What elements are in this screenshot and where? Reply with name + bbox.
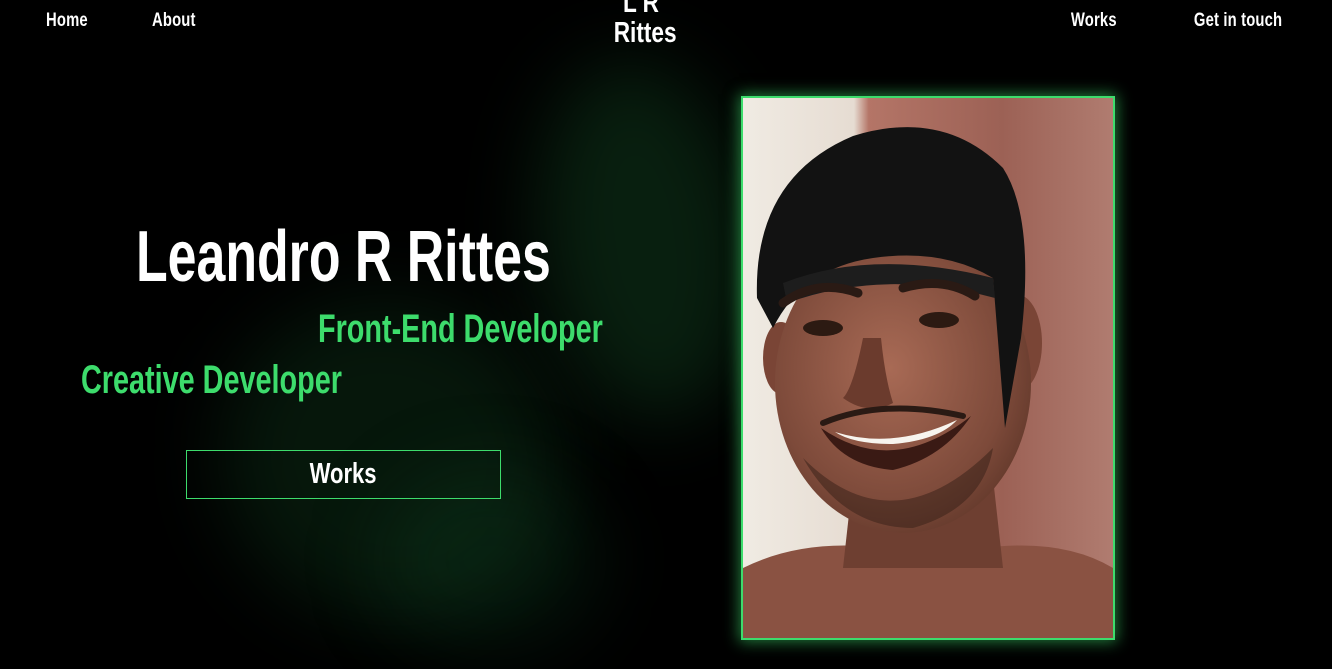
works-button-label: Works (310, 458, 377, 490)
background-glow (515, 47, 775, 433)
role-front-end: Front-End Developer (318, 307, 603, 351)
hero-name: Leandro R Rittes (136, 217, 551, 297)
nav-left: Home About (46, 10, 207, 32)
nav-link-about[interactable]: About (152, 10, 196, 32)
nav-link-works[interactable]: Works (1071, 10, 1117, 32)
profile-photo (741, 96, 1115, 640)
works-button[interactable]: Works (186, 450, 501, 499)
nav-right: Works Get in touch (1058, 10, 1282, 32)
role-creative: Creative Developer (81, 358, 342, 402)
nav-link-home[interactable]: Home (46, 10, 88, 32)
logo-line-2: Rittes (613, 17, 677, 49)
logo-line-1: L R (622, 0, 660, 19)
nav-link-get-in-touch[interactable]: Get in touch (1194, 10, 1282, 32)
site-logo[interactable]: L R Rittes (613, 0, 677, 49)
